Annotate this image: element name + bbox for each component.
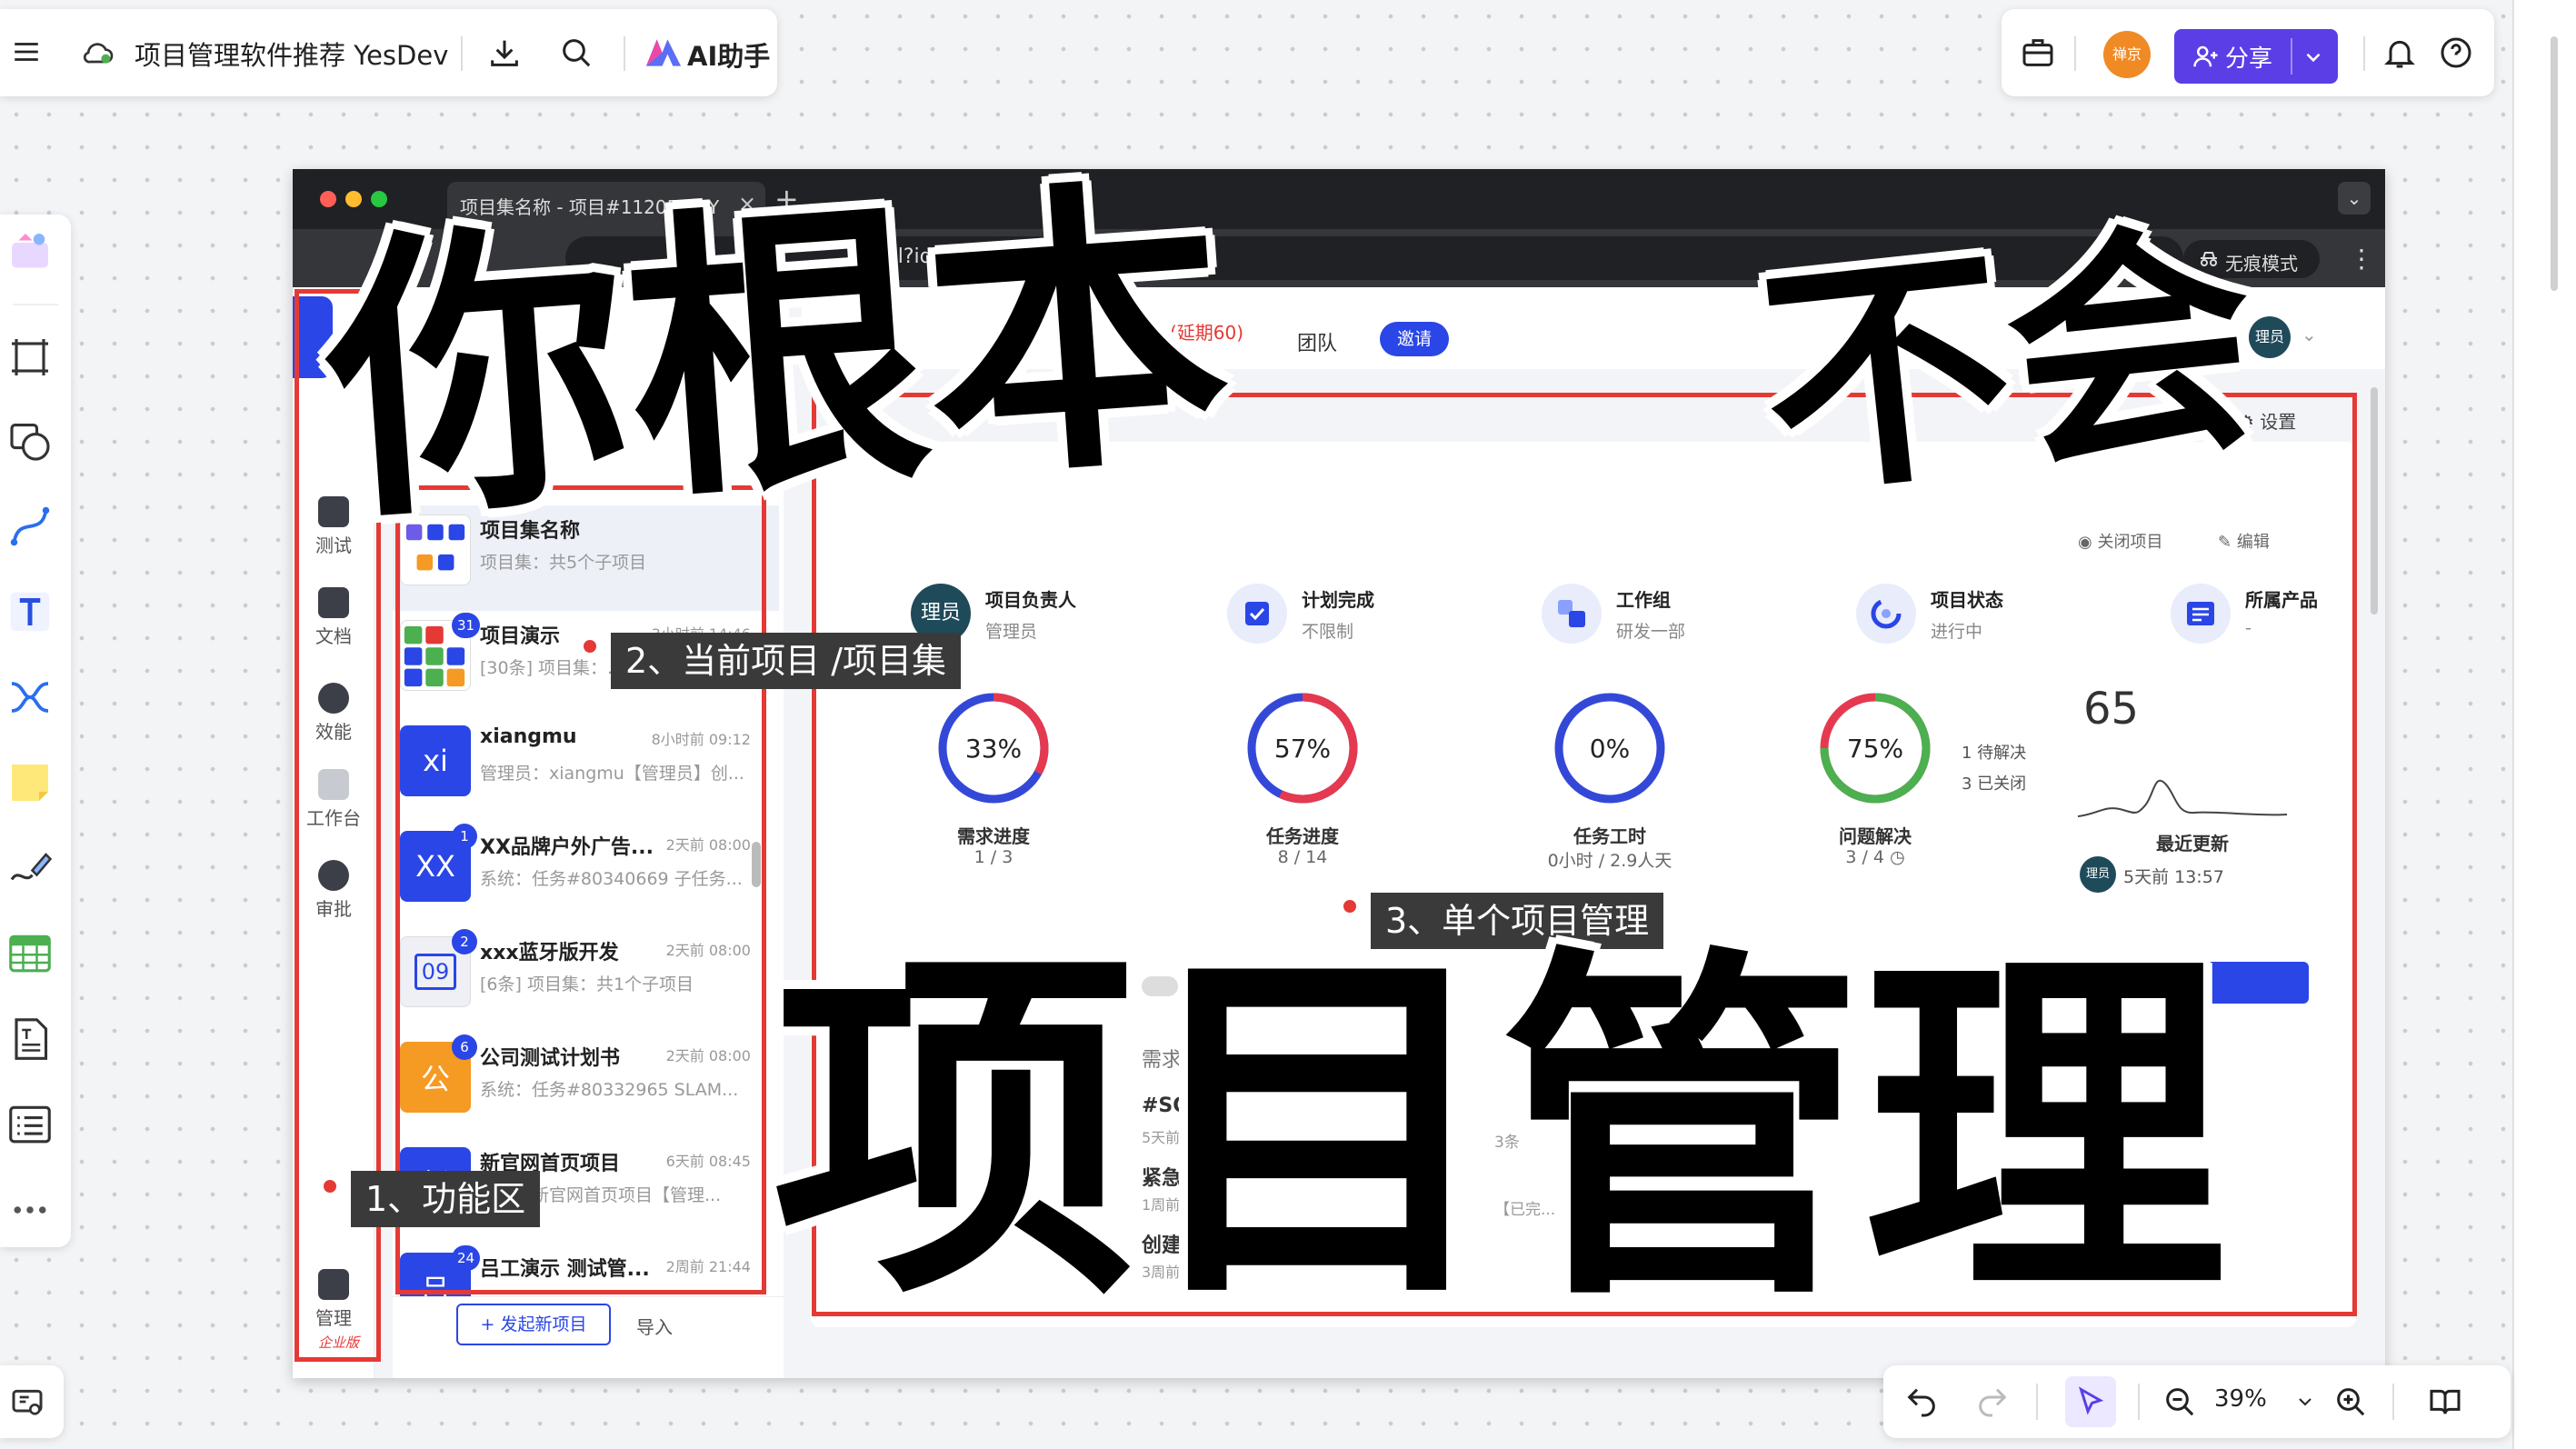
- cursor-icon: [2074, 1385, 2107, 1418]
- chevron-down-icon[interactable]: [2301, 45, 2325, 69]
- template-icon[interactable]: [7, 229, 53, 275]
- annotation-dot: [324, 1180, 336, 1193]
- zoom-in-icon[interactable]: [2332, 1384, 2369, 1420]
- mindmap-icon[interactable]: [7, 675, 53, 720]
- divider: [13, 304, 58, 305]
- chevron-down-icon[interactable]: [2294, 1391, 2316, 1413]
- cloud-sync-icon: [80, 35, 116, 71]
- tab-list-button[interactable]: ⌄: [2338, 182, 2371, 215]
- bell-icon[interactable]: [2381, 35, 2418, 71]
- connector-line-icon[interactable]: [7, 504, 53, 549]
- table-icon[interactable]: [7, 931, 53, 976]
- page-scrollbar[interactable]: [2371, 387, 2378, 615]
- briefcase-icon[interactable]: [2020, 35, 2056, 71]
- help-icon[interactable]: [2438, 35, 2474, 71]
- overlay-title-line1b: 不会: [1749, 194, 2268, 531]
- list-icon[interactable]: [7, 1102, 53, 1147]
- import-button[interactable]: 导入: [636, 1313, 673, 1339]
- window-maximize-dot[interactable]: [371, 191, 387, 207]
- new-project-button[interactable]: + 发起新项目: [456, 1304, 611, 1345]
- share-label: 分享: [2225, 45, 2273, 73]
- more-icon[interactable]: [7, 1187, 53, 1233]
- divider: [461, 36, 463, 71]
- invite-button[interactable]: 邀请: [1380, 322, 1449, 356]
- header-user-avatar[interactable]: 理员: [2249, 316, 2291, 358]
- divider: [2074, 36, 2076, 71]
- chevron-down-icon[interactable]: ⌄: [2301, 324, 2317, 345]
- sticky-note-icon[interactable]: [7, 760, 53, 805]
- canvas-right-edge: [2512, 0, 2576, 1449]
- overlay-title-line2: 项目管理: [773, 921, 2227, 1344]
- window-close-dot[interactable]: [320, 191, 336, 207]
- share-button[interactable]: 分享: [2174, 29, 2338, 84]
- whiteboard-tool-palette: [0, 215, 71, 1247]
- select-tool-button[interactable]: [2065, 1376, 2116, 1427]
- shapes-icon[interactable]: [7, 418, 53, 464]
- zoom-level[interactable]: 39%: [2214, 1385, 2267, 1413]
- overlay-title-line1: 你根本: [315, 149, 1239, 562]
- team-tab[interactable]: 团队: [1297, 327, 1337, 356]
- annotation-dot: [1343, 900, 1356, 913]
- browser-menu-icon[interactable]: ⋮: [2349, 244, 2374, 274]
- frame-icon[interactable]: [7, 335, 53, 380]
- undo-icon[interactable]: [1903, 1384, 1940, 1420]
- document-title[interactable]: 项目管理软件推荐 YesDev: [135, 35, 448, 73]
- document-icon[interactable]: [7, 1016, 53, 1062]
- annotation-dot: [584, 640, 596, 653]
- user-avatar[interactable]: 禅京: [2103, 31, 2151, 78]
- add-user-icon: [2192, 43, 2220, 70]
- annotation-function-area: 1、功能区: [351, 1171, 541, 1227]
- divider: [2291, 38, 2292, 75]
- bottom-left-widget: [0, 1365, 64, 1438]
- text-icon[interactable]: [7, 589, 53, 635]
- divider: [2138, 1384, 2140, 1420]
- minimap-icon[interactable]: [9, 1384, 45, 1420]
- zoom-out-icon[interactable]: [2162, 1384, 2198, 1420]
- hamburger-menu-icon[interactable]: [11, 36, 42, 67]
- ai-assistant-button[interactable]: AI助手: [687, 35, 770, 74]
- download-icon[interactable]: [486, 35, 523, 71]
- redo-icon[interactable]: [1974, 1384, 2011, 1420]
- search-icon[interactable]: [558, 35, 594, 71]
- vertical-scrollbar[interactable]: [2551, 36, 2558, 291]
- divider: [624, 36, 625, 71]
- top-left-toolbar: 项目管理软件推荐 YesDev AI助手: [0, 9, 777, 96]
- bottom-right-toolbar: 39%: [1883, 1365, 2511, 1438]
- divider: [2392, 1384, 2394, 1420]
- annotation-current-project: 2、当前项目 /项目集: [611, 633, 962, 689]
- window-minimize-dot[interactable]: [345, 191, 362, 207]
- book-icon[interactable]: [2427, 1384, 2463, 1420]
- divider: [2363, 36, 2365, 71]
- ai-logo-icon[interactable]: [644, 36, 684, 69]
- pen-icon[interactable]: [7, 845, 53, 891]
- divider: [2036, 1384, 2038, 1420]
- top-right-toolbar: 禅京 分享: [2002, 9, 2494, 96]
